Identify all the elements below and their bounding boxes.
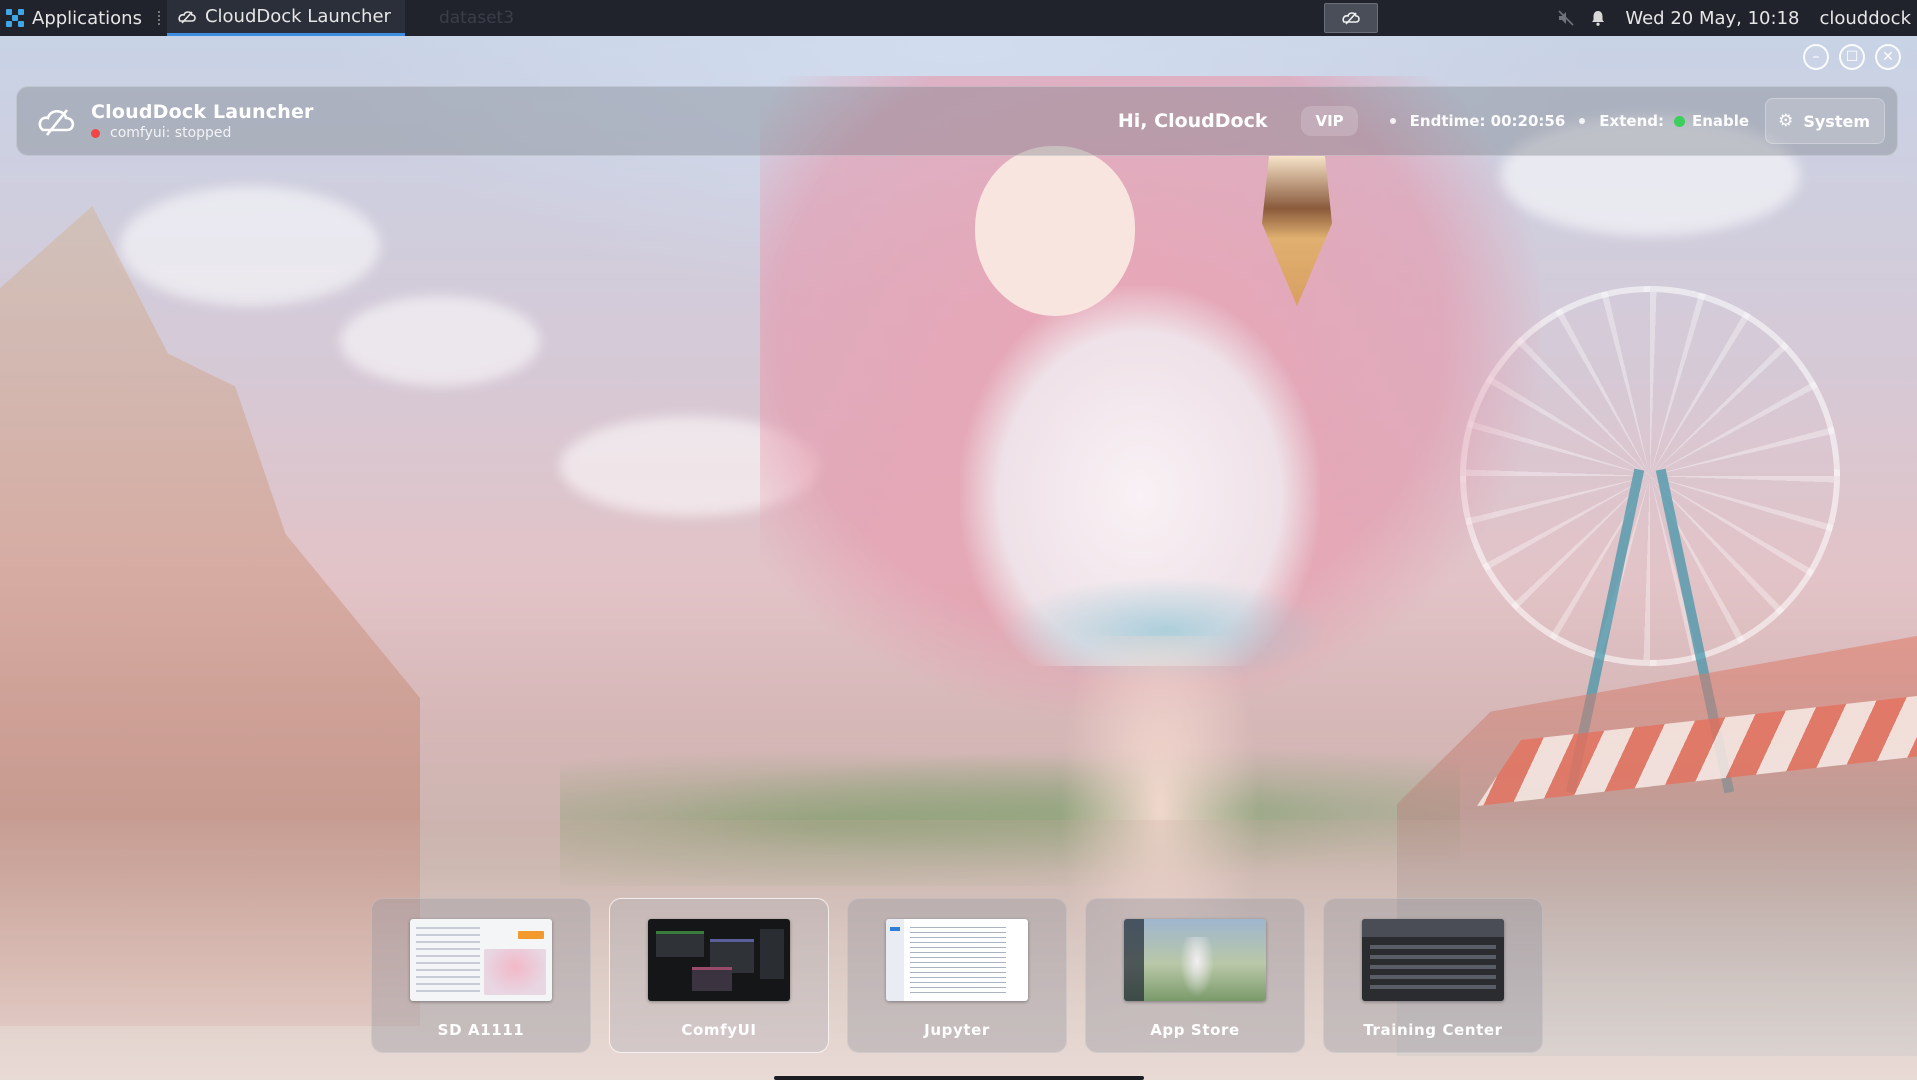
vip-badge: VIP	[1301, 106, 1358, 136]
launcher-title: CloudDock Launcher	[91, 101, 314, 123]
status-dot-enabled	[1673, 115, 1685, 127]
launcher-tray-button[interactable]	[1324, 3, 1378, 33]
separator-dot	[1389, 118, 1396, 124]
app-thumbnail	[410, 919, 552, 1001]
top-taskbar: Applications CloudDock Launcher dataset3	[0, 0, 1917, 36]
close-button[interactable]: ✕	[1875, 44, 1901, 70]
user-menu[interactable]: clouddock	[1819, 8, 1911, 29]
separator-dot	[1579, 118, 1586, 124]
app-thumbnail	[648, 919, 790, 1001]
applications-menu[interactable]: Applications	[0, 0, 152, 36]
window-controls: – ☐ ✕	[1803, 44, 1901, 70]
app-label: SD A1111	[437, 1021, 525, 1039]
system-button[interactable]: ⚙ System	[1765, 98, 1885, 144]
app-label: Jupyter	[924, 1021, 990, 1039]
header-right: Hi, CloudDock VIP Endtime: 00:20:56 Exte…	[1118, 87, 1885, 155]
extend-label: Extend:	[1599, 112, 1664, 130]
app-thumbnail	[1124, 919, 1266, 1001]
app-card-app-store[interactable]: App Store	[1085, 898, 1305, 1053]
clouddock-logo-icon	[33, 98, 79, 144]
app-card-jupyter[interactable]: Jupyter	[847, 898, 1067, 1053]
extend-toggle[interactable]: Enable	[1692, 112, 1749, 130]
maximize-button[interactable]: ☐	[1839, 44, 1865, 70]
greeting: Hi, CloudDock	[1117, 110, 1268, 132]
app-card-comfyui[interactable]: ComfyUI	[609, 898, 829, 1053]
app-thumbnail	[886, 919, 1028, 1001]
app-dock: SD A1111 ComfyUI Jupyter App Store Train…	[371, 898, 1543, 1053]
apps-grid-icon	[6, 9, 24, 27]
endtime-text: Endtime: 00:20:56	[1409, 112, 1566, 130]
app-card-training-center[interactable]: Training Center	[1323, 898, 1543, 1053]
service-status: comfyui: stopped	[91, 125, 314, 141]
system-button-label: System	[1803, 111, 1870, 131]
bottom-scroll-indicator	[774, 1076, 1144, 1080]
service-status-text: comfyui: stopped	[110, 125, 232, 141]
taskbar-separator	[157, 11, 161, 25]
gear-icon: ⚙	[1778, 111, 1794, 131]
bell-icon[interactable]	[1587, 7, 1609, 29]
app-thumbnail	[1362, 919, 1504, 1001]
app-label: Training Center	[1363, 1021, 1503, 1039]
taskbar-window-clouddock-launcher[interactable]: CloudDock Launcher	[166, 0, 405, 36]
clock[interactable]: Wed 20 May, 10:18	[1625, 8, 1799, 29]
taskbar-window-title: CloudDock Launcher	[204, 6, 391, 27]
applications-label: Applications	[32, 7, 142, 29]
system-tray: Wed 20 May, 10:18 clouddock	[1555, 0, 1917, 36]
status-dot-stopped	[91, 128, 100, 138]
taskbar-window-dataset3[interactable]: dataset3	[439, 8, 514, 28]
speaker-muted-icon[interactable]	[1555, 7, 1577, 29]
app-label: ComfyUI	[681, 1021, 757, 1039]
minimize-button[interactable]: –	[1803, 44, 1829, 70]
clouddock-logo-icon	[1342, 12, 1360, 25]
header-titles: CloudDock Launcher comfyui: stopped	[91, 101, 314, 141]
app-card-sd-a1111[interactable]: SD A1111	[371, 898, 591, 1053]
clouddock-logo-icon	[178, 10, 196, 24]
app-label: App Store	[1150, 1021, 1240, 1039]
launcher-header: CloudDock Launcher comfyui: stopped Hi, …	[16, 86, 1898, 156]
